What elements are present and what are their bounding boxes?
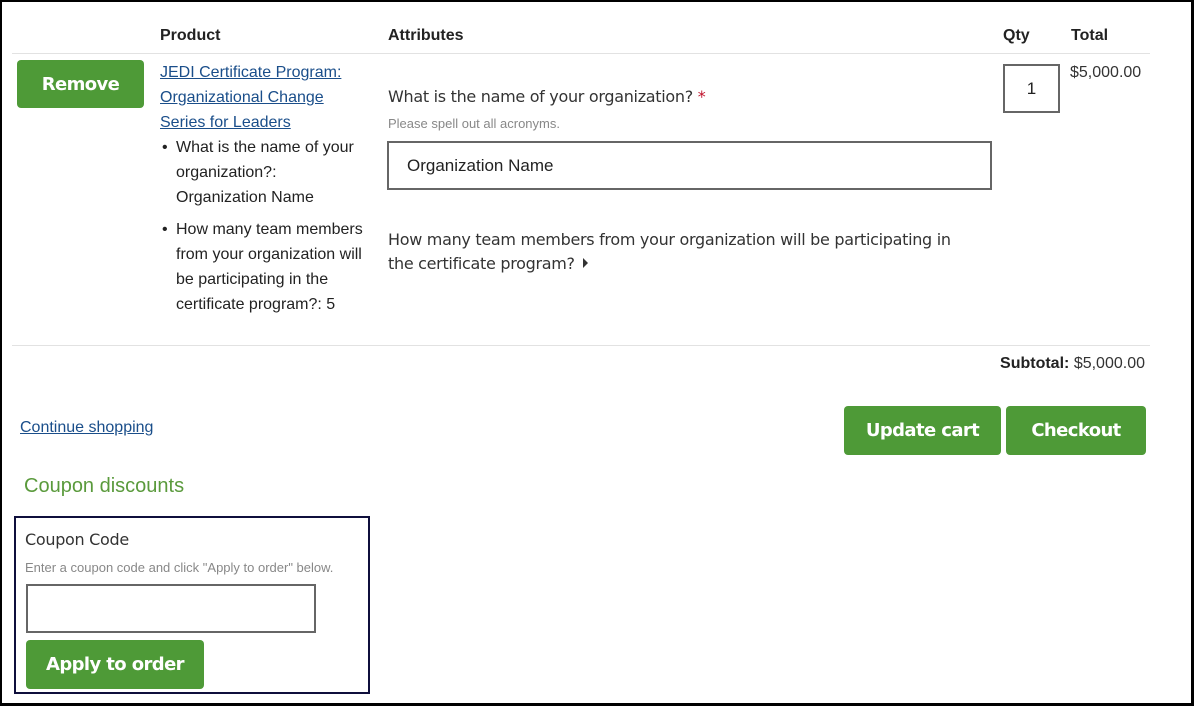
summary-line: What is the name of your bbox=[176, 139, 354, 156]
subtotal-label: Subtotal: bbox=[1000, 355, 1070, 372]
product-link-line: JEDI Certificate Program: bbox=[160, 64, 342, 81]
row-divider bbox=[12, 345, 1150, 346]
coupon-heading: Coupon discounts bbox=[24, 475, 185, 497]
subtotal: Subtotal: $5,000.00 bbox=[962, 355, 1145, 373]
summary-line: be participating in the bbox=[176, 271, 329, 288]
header-qty: Qty bbox=[1003, 27, 1030, 44]
team-label-line: How many team members from your organiza… bbox=[388, 230, 951, 249]
coupon-hint: Enter a coupon code and click "Apply to … bbox=[25, 560, 334, 575]
summary-item-org: • What is the name of your organization?… bbox=[160, 135, 380, 210]
bullet-icon: • bbox=[162, 139, 168, 156]
continue-shopping-link[interactable]: Continue shopping bbox=[20, 415, 153, 440]
summary-line: Organization Name bbox=[176, 189, 314, 206]
product-link-block: JEDI Certificate Program: Organizational… bbox=[160, 60, 380, 135]
team-label-line: the certificate program? bbox=[388, 254, 575, 273]
required-marker: * bbox=[697, 87, 706, 106]
summary-item-team: • How many team members from your organi… bbox=[160, 217, 380, 317]
bullet-icon: • bbox=[162, 221, 168, 238]
product-link-line: Series for Leaders bbox=[160, 114, 291, 131]
subtotal-value: $5,000.00 bbox=[1073, 355, 1145, 372]
org-label-text: What is the name of your organization? bbox=[388, 87, 693, 106]
quantity-input[interactable] bbox=[1003, 64, 1060, 113]
line-total: $5,000.00 bbox=[1070, 64, 1142, 81]
summary-line: from your organization will bbox=[176, 246, 362, 263]
coupon-code-input[interactable] bbox=[26, 584, 316, 633]
org-attribute-label: What is the name of your organization? * bbox=[388, 87, 706, 106]
remove-button[interactable]: Remove bbox=[17, 60, 144, 108]
cart-page: Product Attributes Qty Total Remove JEDI… bbox=[0, 0, 1194, 706]
organization-name-input[interactable] bbox=[387, 141, 992, 190]
header-divider bbox=[12, 53, 1150, 54]
header-attributes: Attributes bbox=[388, 27, 464, 44]
summary-line: How many team members bbox=[176, 221, 363, 238]
checkout-button[interactable]: Checkout bbox=[1006, 406, 1146, 455]
apply-to-order-button[interactable]: Apply to order bbox=[26, 640, 204, 689]
header-total: Total bbox=[1071, 27, 1109, 44]
product-link-line: Organizational Change bbox=[160, 89, 324, 106]
org-attribute-hint: Please spell out all acronyms. bbox=[388, 116, 560, 131]
caret-right-icon bbox=[582, 258, 588, 268]
header-product: Product bbox=[160, 27, 221, 44]
summary-line: organization?: bbox=[176, 164, 277, 181]
coupon-code-label: Coupon Code bbox=[25, 530, 129, 549]
update-cart-button[interactable]: Update cart bbox=[844, 406, 1001, 455]
team-members-toggle[interactable]: How many team members from your organiza… bbox=[388, 228, 988, 276]
product-link[interactable]: JEDI Certificate Program: Organizational… bbox=[160, 60, 380, 135]
summary-line: certificate program?: 5 bbox=[176, 296, 336, 313]
coupon-box: Coupon Code Enter a coupon code and clic… bbox=[14, 516, 370, 694]
